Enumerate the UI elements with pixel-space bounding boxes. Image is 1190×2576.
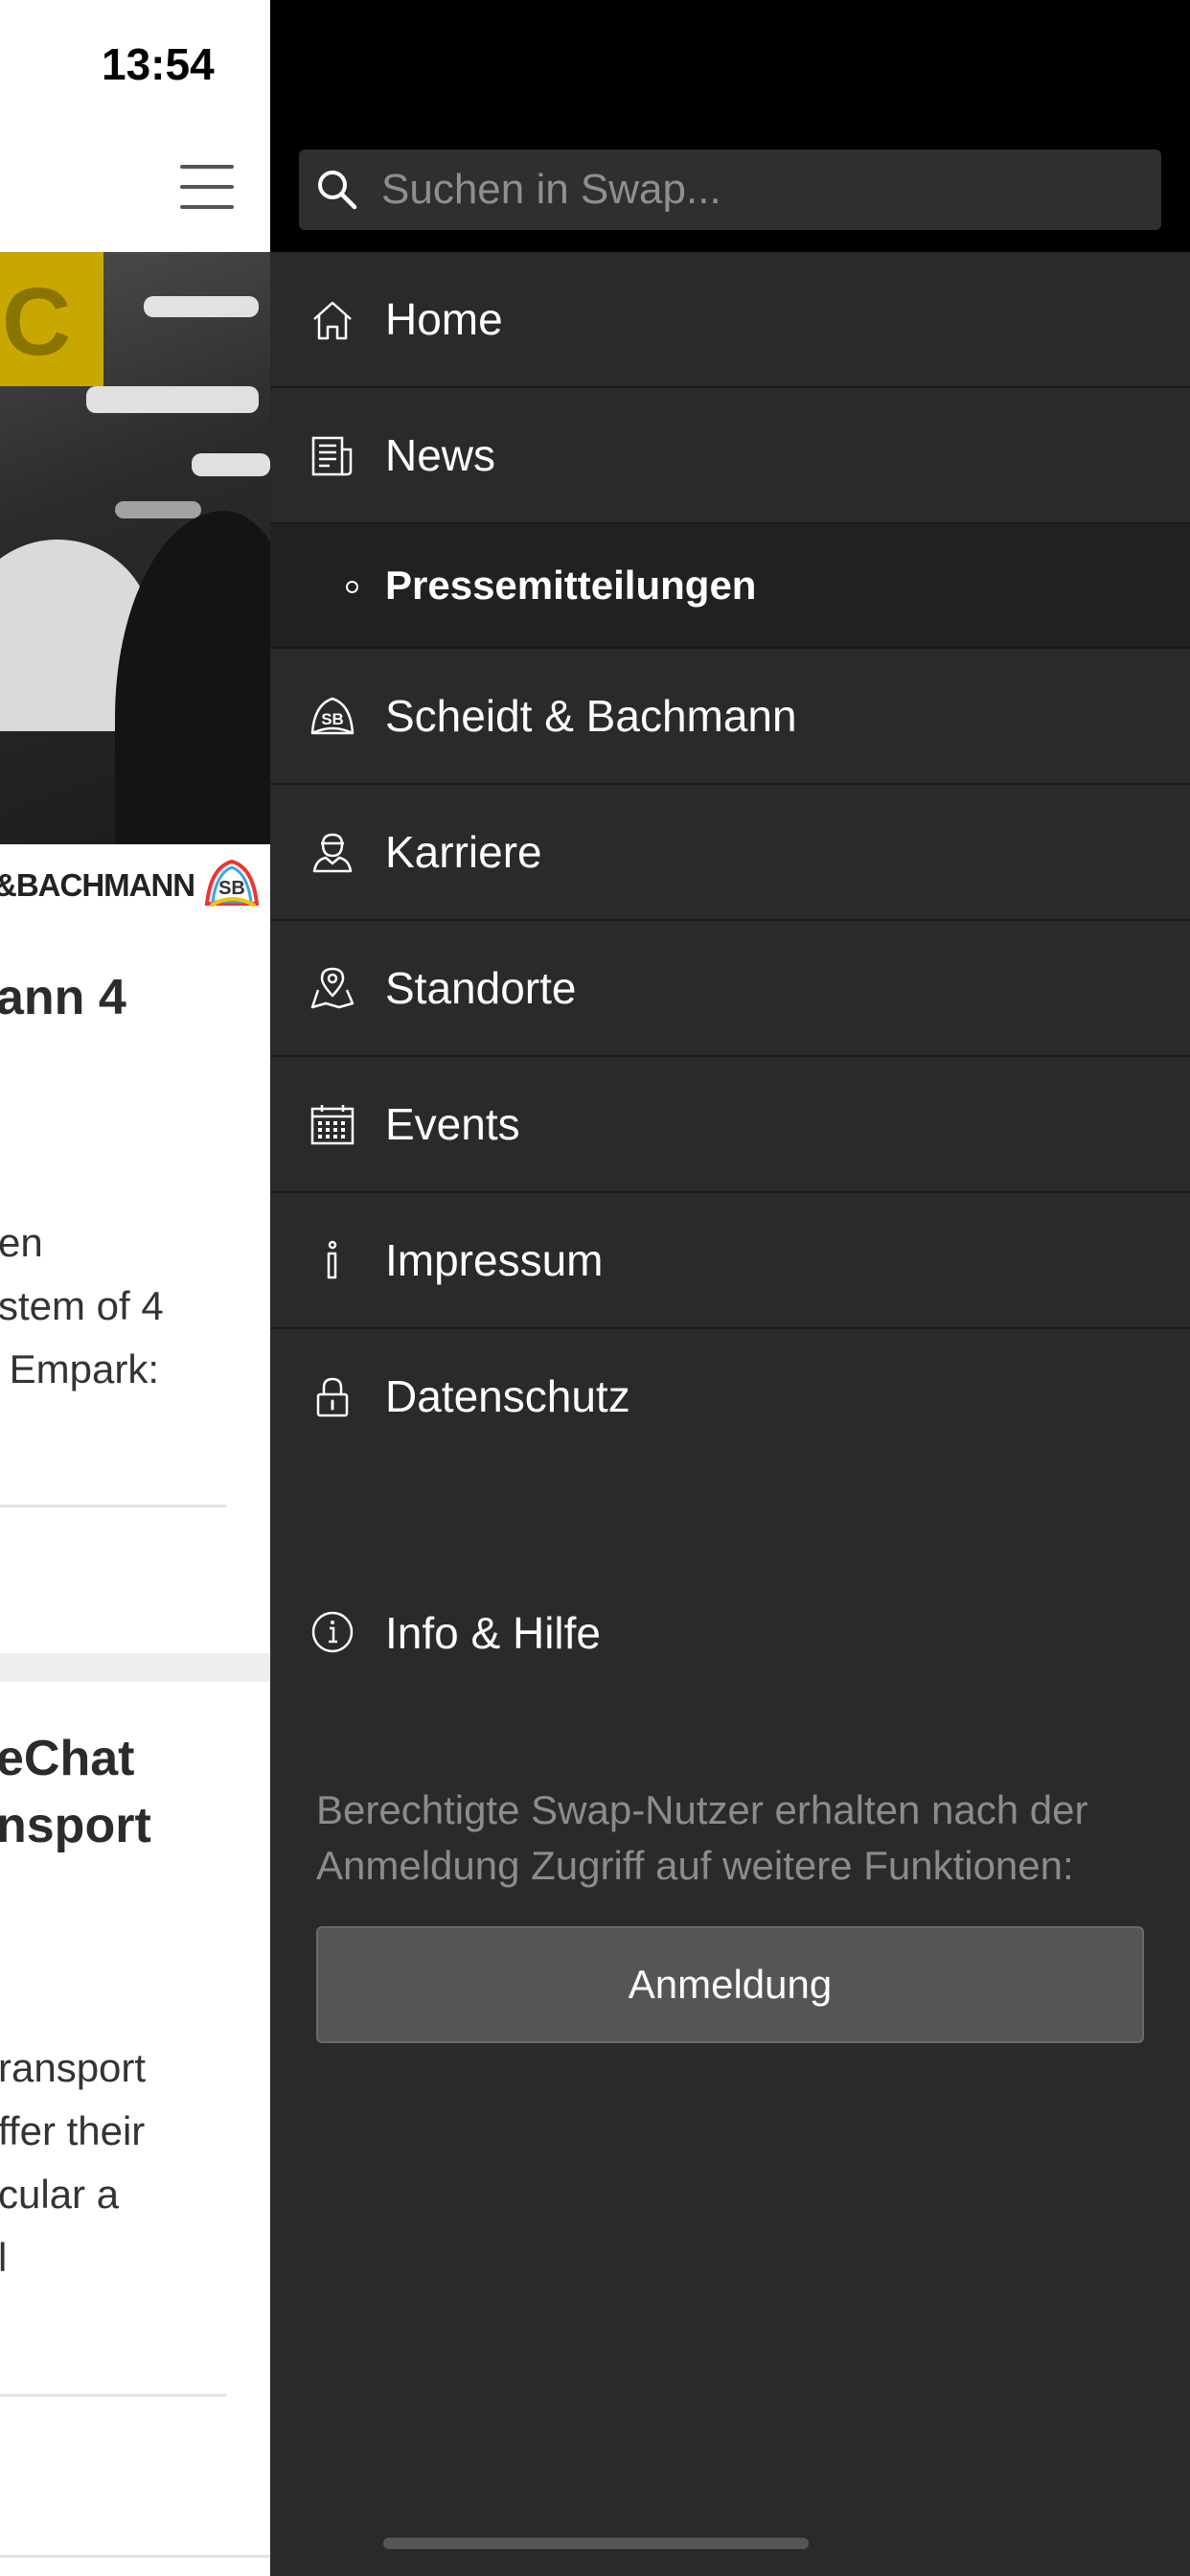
brand-strip: &BACHMANN SB — [0, 844, 270, 927]
menu-item-pressemitteilungen[interactable]: Pressemitteilungen — [270, 524, 1190, 649]
search-box[interactable] — [299, 150, 1161, 230]
navigation-drawer: Home News Pressemitteilungen SB Sc — [270, 0, 1190, 2576]
menu-item-label: Karriere — [385, 827, 542, 877]
status-bar-time: 13:54 — [102, 39, 215, 89]
login-button[interactable]: Anmeldung — [316, 1926, 1144, 2043]
newspaper-icon — [311, 436, 353, 476]
menu-item-label: Standorte — [385, 963, 577, 1013]
article-excerpt: ransport ffer their cular a l — [0, 2045, 147, 2280]
card-separator — [0, 1653, 270, 1682]
menu-item-info-hilfe[interactable]: Info & Hilfe — [270, 1568, 1190, 1698]
article-title[interactable]: ann 4 — [0, 964, 126, 1031]
menu-item-label: News — [385, 430, 496, 480]
drawer-header — [270, 0, 1190, 252]
menu-item-label: Home — [385, 294, 503, 344]
search-icon — [318, 171, 357, 210]
menu-item-label: Pressemitteilungen — [385, 563, 757, 608]
background-page: 13:54 C &BACHMANN SB ann 4 en stem of 4 … — [0, 0, 270, 2576]
svg-text:SB: SB — [321, 710, 344, 728]
hero-image: C — [0, 252, 270, 844]
calendar-icon — [310, 1105, 355, 1145]
menu-item-home[interactable]: Home — [270, 252, 1190, 388]
divider — [0, 2394, 226, 2397]
hamburger-menu-icon[interactable] — [180, 165, 234, 209]
menu-item-label: Events — [385, 1099, 520, 1149]
menu-item-scheidt-bachmann[interactable]: SB Scheidt & Bachmann — [270, 649, 1190, 785]
brand-text: &BACHMANN — [0, 867, 195, 903]
drawer-menu: Home News Pressemitteilungen SB Scheidt … — [270, 252, 1190, 1465]
menu-item-label: Datenschutz — [385, 1371, 630, 1421]
person-icon — [312, 833, 353, 873]
login-hint-text: Berechtigte Swap-Nutzer erhalten nach de… — [316, 1787, 1088, 1888]
divider — [0, 1505, 226, 1507]
article-excerpt: en stem of 4 Empark: — [0, 1220, 164, 1392]
parking-sign: C — [0, 252, 103, 386]
menu-item-label: Scheidt & Bachmann — [385, 691, 797, 741]
map-pin-icon — [310, 967, 355, 1009]
menu-item-label: Info & Hilfe — [385, 1608, 601, 1658]
sb-logo-icon: SB — [310, 697, 355, 735]
home-icon — [313, 301, 352, 340]
menu-item-news[interactable]: News — [270, 388, 1190, 524]
svg-text:SB: SB — [218, 878, 245, 899]
divider — [0, 2555, 270, 2558]
menu-item-label: Impressum — [385, 1235, 604, 1285]
info-circle-icon — [311, 1611, 354, 1653]
article-title[interactable]: eChat nsport — [0, 1725, 151, 1859]
menu-item-impressum[interactable]: Impressum — [270, 1193, 1190, 1329]
menu-item-karriere[interactable]: Karriere — [270, 785, 1190, 921]
menu-item-standorte[interactable]: Standorte — [270, 921, 1190, 1057]
info-i-icon — [327, 1240, 337, 1279]
menu-item-datenschutz[interactable]: Datenschutz — [270, 1329, 1190, 1465]
bullet-icon — [346, 581, 358, 593]
menu-item-events[interactable]: Events — [270, 1057, 1190, 1193]
home-indicator[interactable] — [383, 2538, 809, 2549]
search-input[interactable] — [381, 150, 1148, 230]
sb-logo: SB — [204, 859, 260, 908]
lock-icon — [316, 1377, 349, 1417]
